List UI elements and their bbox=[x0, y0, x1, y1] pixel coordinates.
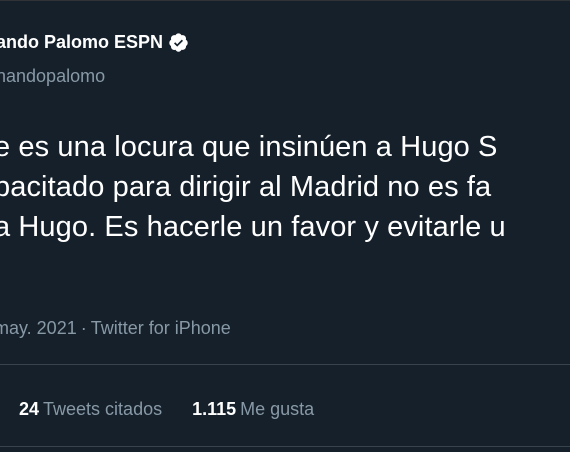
tweet-meta: may. 2021 · Twitter for iPhone bbox=[0, 318, 231, 339]
verified-badge-icon bbox=[168, 32, 189, 53]
stats-top-divider bbox=[0, 364, 570, 365]
tweet-text-line: e es una locura que insinúen a Hugo S bbox=[0, 131, 498, 163]
tweet-author-header[interactable]: ando Palomo ESPN nandopalomo bbox=[0, 32, 189, 86]
quotes-count: 24 bbox=[19, 399, 40, 419]
tweet-source[interactable]: Twitter for iPhone bbox=[91, 318, 231, 338]
stats-bottom-divider bbox=[0, 446, 570, 447]
likes-count: 1.115 bbox=[192, 399, 237, 419]
tweet-text-line: pacitado para dirigir al Madrid no es fa bbox=[0, 171, 492, 203]
tweet-date[interactable]: may. 2021 bbox=[0, 318, 77, 338]
author-name-row[interactable]: ando Palomo ESPN bbox=[0, 32, 189, 53]
top-divider bbox=[0, 0, 570, 1]
author-handle[interactable]: nandopalomo bbox=[0, 66, 105, 87]
likes-stat[interactable]: 1.115 Me gusta bbox=[192, 399, 314, 420]
tweet-text: e es una locura que insinúen a Hugo S pa… bbox=[0, 127, 506, 247]
quotes-stat[interactable]: 24 Tweets citados bbox=[19, 399, 162, 420]
tweet-text-line: a Hugo. Es hacerle un favor y evitarle u bbox=[0, 211, 506, 243]
meta-separator: · bbox=[80, 318, 87, 338]
likes-label: Me gusta bbox=[240, 399, 315, 419]
quotes-label: Tweets citados bbox=[43, 399, 163, 419]
tweet-stats: 24 Tweets citados 1.115 Me gusta bbox=[19, 399, 314, 420]
author-display-name[interactable]: ando Palomo ESPN bbox=[0, 32, 163, 53]
tweet-detail: ando Palomo ESPN nandopalomo e es una lo… bbox=[0, 0, 570, 452]
